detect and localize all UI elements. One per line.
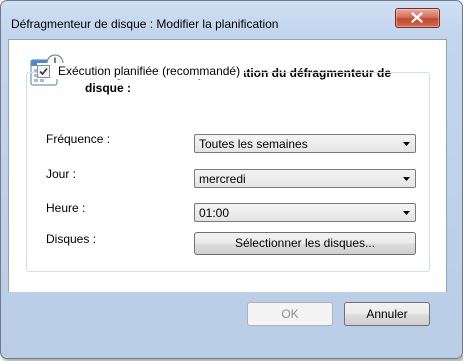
close-icon xyxy=(411,12,423,23)
frequency-dropdown[interactable]: Toutes les semaines xyxy=(194,134,416,153)
title-bar[interactable]: Défragmenteur de disque : Modifier la pl… xyxy=(1,1,462,39)
frequency-label: Fréquence : xyxy=(46,132,111,146)
disks-label: Disques : xyxy=(46,232,97,246)
scheduled-run-checkbox[interactable]: Exécution planifiée (recommandé) xyxy=(37,63,245,79)
check-icon xyxy=(39,67,48,75)
cancel-button[interactable]: Annuler xyxy=(344,302,430,326)
close-button[interactable] xyxy=(395,8,440,28)
time-dropdown[interactable]: 01:00 xyxy=(194,203,416,222)
select-disks-button[interactable]: Sélectionner les disques... xyxy=(194,232,416,255)
chevron-down-icon xyxy=(403,177,410,181)
chevron-down-icon xyxy=(403,211,410,215)
chevron-down-icon xyxy=(403,142,410,146)
checkbox-label: Exécution planifiée (recommandé) xyxy=(58,64,241,78)
checkbox-box[interactable] xyxy=(37,64,50,78)
time-label: Heure : xyxy=(46,201,86,215)
day-dropdown[interactable]: mercredi xyxy=(194,169,416,188)
frequency-value: Toutes les semaines xyxy=(199,137,308,151)
day-value: mercredi xyxy=(199,172,246,186)
time-value: 01:00 xyxy=(199,206,230,220)
day-label: Jour : xyxy=(46,167,77,181)
dialog-window: Défragmenteur de disque : Modifier la pl… xyxy=(0,0,463,359)
window-title: Défragmenteur de disque : Modifier la pl… xyxy=(11,17,279,31)
ok-button[interactable]: OK xyxy=(247,302,333,326)
